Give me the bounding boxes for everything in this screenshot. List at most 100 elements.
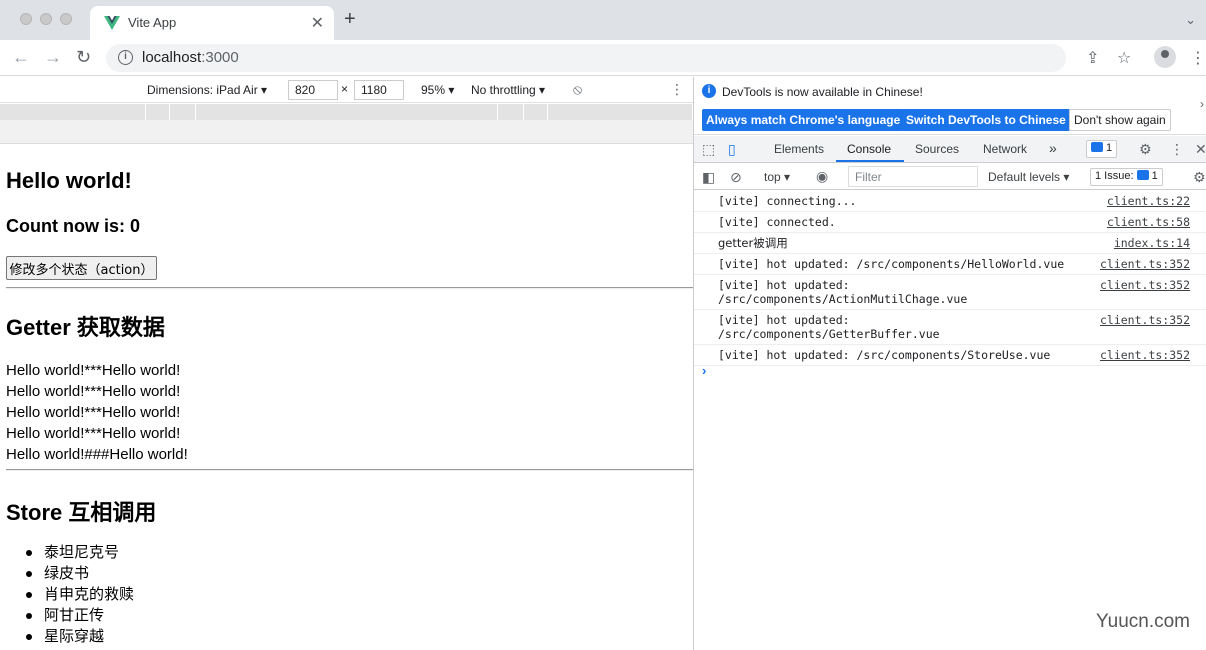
issues-badge[interactable]: 1 Issue: 1	[1090, 168, 1163, 186]
devtools-tabs: ⬚ ▯ Elements Console Sources Network » 1…	[694, 136, 1206, 163]
hello-heading: Hello world!	[6, 168, 132, 193]
getter-line: Hello world!###Hello world!	[6, 446, 188, 463]
dont-show-again-button[interactable]: Don't show again	[1069, 109, 1171, 131]
sidebar-toggle-icon[interactable]: ◧	[702, 169, 715, 186]
bookmark-star-icon[interactable]: ☆	[1117, 48, 1131, 68]
profile-avatar-icon[interactable]	[1154, 46, 1176, 68]
devtools-panel: i DevTools is now available in Chinese! …	[694, 77, 1206, 650]
tab-sources[interactable]: Sources	[915, 142, 959, 156]
infobar-close-icon[interactable]: ›	[1200, 97, 1204, 111]
getter-heading: Getter 获取数据	[6, 315, 165, 340]
site-info-icon[interactable]: i	[118, 50, 133, 65]
switch-chinese-button[interactable]: Switch DevTools to Chinese	[902, 109, 1070, 131]
close-window-icon[interactable]	[20, 13, 32, 25]
active-tab-indicator	[836, 160, 904, 162]
minimize-window-icon[interactable]	[40, 13, 52, 25]
times-sign: ×	[341, 82, 349, 96]
log-entry: [vite] connected. client.ts:58	[694, 212, 1206, 233]
device-options-icon[interactable]: ⋮	[670, 81, 684, 98]
log-source-link[interactable]: client.ts:352	[1100, 313, 1190, 327]
new-tab-icon[interactable]: +	[344, 9, 356, 29]
store-heading: Store 互相调用	[6, 500, 157, 525]
browser-toolbar: ← → ↻ i localhost:3000 ⇪ ☆ ⋮	[0, 40, 1206, 76]
tab-elements[interactable]: Elements	[774, 142, 824, 156]
close-devtools-icon[interactable]: ✕	[1195, 141, 1206, 158]
tab-console[interactable]: Console	[847, 142, 891, 156]
device-viewport: Dimensions: iPad Air ▾ 820 × 1180 95% ▾ …	[0, 77, 693, 650]
share-icon[interactable]: ⇪	[1086, 48, 1099, 68]
zoom-select[interactable]: 95% ▾	[421, 83, 454, 97]
console-prompt[interactable]: ›	[702, 363, 706, 378]
log-entry: [vite] hot updated: /src/components/Acti…	[694, 275, 1206, 310]
getter-line: Hello world!***Hello world!	[6, 425, 181, 442]
list-item: 泰坦尼克号	[26, 542, 134, 563]
divider	[6, 469, 693, 471]
list-item: 绿皮书	[26, 563, 134, 584]
movie-list: 泰坦尼克号 绿皮书 肖申克的救赎 阿甘正传 星际穿越	[26, 542, 134, 647]
address-bar[interactable]: i localhost:3000	[106, 44, 1066, 72]
rotate-icon[interactable]: ⦸	[573, 81, 582, 98]
browser-tab[interactable]: Vite App ✕	[90, 6, 334, 40]
info-icon: i	[702, 84, 716, 98]
change-state-action-button[interactable]: 修改多个状态（action）	[6, 256, 157, 280]
log-source-link[interactable]: client.ts:352	[1100, 278, 1190, 292]
more-tabs-icon[interactable]: »	[1049, 140, 1057, 156]
reload-icon[interactable]: ↻	[76, 46, 91, 68]
vue-logo-icon	[104, 16, 120, 30]
browser-window: Vite App ✕ + ⌄ ← → ↻ i localhost:3000 ⇪ …	[0, 0, 1206, 650]
inspect-element-icon[interactable]: ⬚	[702, 141, 715, 158]
getter-lines: Hello world!***Hello world! Hello world!…	[6, 360, 188, 465]
log-entry: [vite] hot updated: /src/components/Stor…	[694, 345, 1206, 366]
log-source-link[interactable]: client.ts:352	[1100, 257, 1190, 271]
clear-console-icon[interactable]: ⊘	[730, 169, 742, 186]
getter-line: Hello world!***Hello world!	[6, 362, 181, 379]
tab-strip: Vite App ✕ + ⌄	[0, 0, 1206, 40]
live-expression-eye-icon[interactable]: ◉	[816, 168, 828, 185]
console-toolbar: ◧ ⊘ top ▾ ◉ Filter Default levels ▾ 1 Is…	[694, 164, 1206, 190]
console-log-list: [vite] connecting... client.ts:22 [vite] …	[694, 191, 1206, 366]
ruler-area	[0, 120, 693, 144]
issue-icon	[1136, 170, 1149, 180]
language-infobar: i DevTools is now available in Chinese! …	[694, 77, 1206, 135]
log-levels-select[interactable]: Default levels ▾	[988, 170, 1069, 184]
log-entry: [vite] hot updated: /src/components/Gett…	[694, 310, 1206, 345]
tab-network[interactable]: Network	[983, 142, 1027, 156]
console-settings-gear-icon[interactable]: ⚙	[1193, 169, 1206, 186]
tab-close-icon[interactable]: ✕	[311, 13, 324, 33]
dimensions-select[interactable]: Dimensions: iPad Air ▾	[147, 83, 267, 97]
message-icon	[1091, 142, 1103, 152]
log-source-link[interactable]: client.ts:58	[1107, 215, 1190, 229]
messages-badge[interactable]: 1	[1086, 140, 1118, 158]
log-entry: [vite] hot updated: /src/components/Hell…	[694, 254, 1206, 275]
filter-input[interactable]: Filter	[848, 166, 978, 187]
media-query-bar[interactable]	[0, 104, 693, 120]
url-text[interactable]: localhost:3000	[142, 49, 239, 66]
getter-line: Hello world!***Hello world!	[6, 383, 181, 400]
device-toggle-icon[interactable]: ▯	[728, 141, 736, 158]
log-source-link[interactable]: client.ts:22	[1107, 194, 1190, 208]
settings-gear-icon[interactable]: ⚙	[1139, 141, 1152, 158]
context-select[interactable]: top ▾	[764, 170, 790, 184]
throttling-select[interactable]: No throttling ▾	[471, 83, 545, 97]
width-input[interactable]: 820	[288, 80, 338, 100]
forward-arrow-icon[interactable]: →	[44, 46, 62, 68]
list-item: 阿甘正传	[26, 605, 134, 626]
getter-line: Hello world!***Hello world!	[6, 404, 181, 421]
browser-menu-icon[interactable]: ⋮	[1190, 48, 1206, 68]
log-entry: getter被调用 index.ts:14	[694, 233, 1206, 254]
list-item: 星际穿越	[26, 626, 134, 647]
tab-title: Vite App	[128, 15, 177, 30]
watermark: Yuucn.com	[1096, 611, 1190, 632]
infobar-message: DevTools is now available in Chinese!	[722, 85, 923, 99]
device-toolbar: Dimensions: iPad Air ▾ 820 × 1180 95% ▾ …	[0, 77, 693, 103]
log-source-link[interactable]: client.ts:352	[1100, 348, 1190, 362]
maximize-window-icon[interactable]	[60, 13, 72, 25]
tab-search-chevron-icon[interactable]: ⌄	[1185, 12, 1196, 28]
back-arrow-icon[interactable]: ←	[12, 46, 30, 68]
devtools-menu-icon[interactable]: ⋮	[1170, 141, 1184, 158]
match-language-button[interactable]: Always match Chrome's language	[702, 109, 905, 131]
divider	[6, 287, 693, 289]
list-item: 肖申克的救赎	[26, 584, 134, 605]
height-input[interactable]: 1180	[354, 80, 404, 100]
log-source-link[interactable]: index.ts:14	[1114, 236, 1190, 250]
